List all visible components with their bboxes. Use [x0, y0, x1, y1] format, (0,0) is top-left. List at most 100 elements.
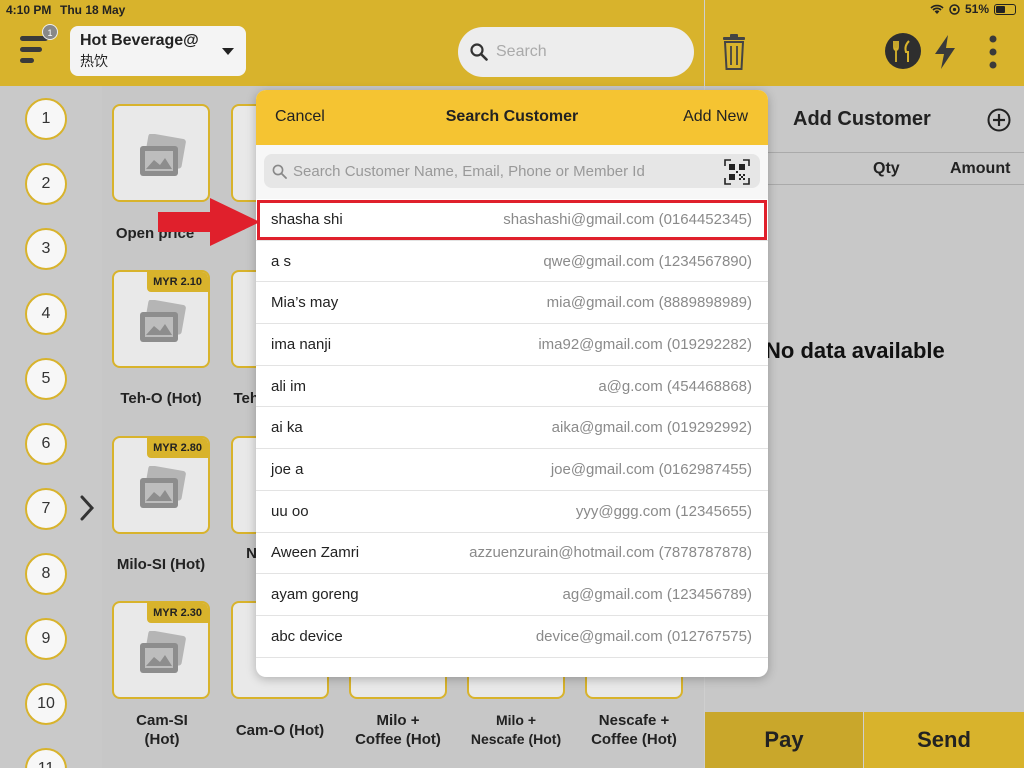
price-badge: MYR 2.30 [147, 603, 208, 623]
customer-contact: yyy@ggg.com (12345655) [575, 502, 752, 520]
status-date: Thu 18 May [60, 3, 126, 17]
table-number-3[interactable]: 3 [25, 228, 67, 270]
modal-header: Cancel Search Customer Add New [256, 90, 768, 145]
customer-name: Aween Zamri [271, 544, 360, 562]
more-vertical-icon[interactable] [988, 34, 998, 70]
customer-name: a s [271, 252, 292, 270]
customer-contact: shashashi@gmail.com (0164452345) [503, 210, 752, 228]
customer-row[interactable]: uu oo yyy@ggg.com (12345655) [256, 491, 768, 533]
customer-row[interactable]: abc device device@gmail.com (012767575) [256, 616, 768, 658]
price-badge: MYR 2.10 [147, 272, 208, 292]
table-number-2[interactable]: 2 [25, 163, 67, 205]
table-number-4[interactable]: 4 [25, 293, 67, 335]
trash-icon[interactable] [722, 34, 746, 70]
chevron-right-icon[interactable] [78, 494, 96, 522]
status-time: 4:10 PM [6, 3, 52, 17]
product-tile-milo-si[interactable]: MYR 2.80 [112, 436, 210, 534]
location-icon [949, 3, 960, 15]
customer-row[interactable]: Aween Zamri azzuenzurain@hotmail.com (787… [256, 533, 768, 575]
customer-name: uu oo [271, 502, 309, 520]
product-label: Nescafe + Coffee (Hot) [591, 712, 677, 748]
customer-row[interactable]: ayam goreng ag@gmail.com (123456789) [256, 574, 768, 616]
customer-name: ima nanji [271, 335, 332, 353]
table-number-1[interactable]: 1 [25, 98, 67, 140]
customer-search-input[interactable] [293, 162, 713, 180]
table-number-9[interactable]: 9 [25, 618, 67, 660]
product-tile-open-price[interactable] [112, 104, 210, 202]
customer-row[interactable]: ali im a@g.com (454468868) [256, 366, 768, 408]
pay-button[interactable]: Pay [705, 712, 863, 768]
send-button[interactable]: Send [864, 712, 1024, 768]
category-subname: 热饮 [80, 53, 108, 69]
image-placeholder-icon [140, 300, 186, 342]
menu-button[interactable]: 1 [20, 24, 58, 68]
table-number-7[interactable]: 7 [25, 488, 67, 530]
product-label-partial: N [246, 545, 257, 562]
table-number-10[interactable]: 10 [25, 683, 67, 725]
customer-row[interactable]: a s qwe@gmail.com (1234567890) [256, 241, 768, 283]
lightning-icon[interactable] [932, 34, 958, 70]
add-new-button[interactable]: Add New [683, 108, 748, 126]
product-label-partial: Teh [233, 390, 259, 407]
customer-contact: device@gmail.com (012767575) [535, 627, 752, 645]
red-arrow-annotation [158, 198, 260, 246]
customer-row[interactable]: ai ka aika@gmail.com (019292992) [256, 407, 768, 450]
table-number-5[interactable]: 5 [25, 358, 67, 400]
customer-row[interactable]: joe a joe@gmail.com (0162987455) [256, 449, 768, 491]
status-right: 51% [930, 2, 1016, 16]
customer-contact: joe@gmail.com (0162987455) [550, 460, 752, 478]
product-label: Milo + Nescafe (Hot) [470, 712, 562, 747]
customer-list: shasha shi shashashi@gmail.com (016445234… [256, 199, 768, 658]
customer-search-field[interactable] [264, 154, 760, 188]
customer-contact: mia@gmail.com (8889898989) [546, 294, 752, 312]
product-label: Milo + Coffee (Hot) [355, 712, 441, 748]
modal-search-bar [256, 145, 768, 199]
category-name: Hot Beverage@ [80, 32, 199, 49]
add-circle-icon[interactable] [987, 108, 1011, 132]
image-placeholder-icon [140, 631, 186, 673]
customer-contact: azzuenzurain@hotmail.com (7878787878) [469, 544, 752, 562]
column-qty: Qty [873, 160, 900, 177]
price-badge: MYR 2.80 [147, 438, 208, 458]
customer-name: joe a [271, 460, 304, 478]
search-customer-modal: Cancel Search Customer Add New shasha sh… [256, 90, 768, 677]
chevron-down-icon [222, 48, 234, 55]
battery-icon [994, 3, 1016, 15]
wifi-icon [930, 4, 944, 14]
column-amount: Amount [950, 160, 1011, 177]
empty-state: No data available [765, 338, 945, 363]
customer-row[interactable]: ima nanji ima92@gmail.com (019292282) [256, 324, 768, 366]
menu-badge: 1 [42, 24, 58, 40]
customer-name: Mia’s may [271, 294, 339, 312]
customer-row[interactable]: Mia’s may mia@gmail.com (8889898989) [256, 282, 768, 325]
customer-name: ayam goreng [271, 586, 359, 604]
customer-contact: qwe@gmail.com (1234567890) [543, 252, 752, 270]
product-label: Teh-O (Hot) [120, 390, 202, 407]
search-placeholder: Search [496, 43, 547, 60]
customer-name: shasha shi [271, 210, 343, 228]
product-tile-cam-si[interactable]: MYR 2.30 [112, 601, 210, 699]
table-number-8[interactable]: 8 [25, 553, 67, 595]
product-label: Cam-SI (Hot) [136, 712, 188, 748]
product-tile-teh-o[interactable]: MYR 2.10 [112, 270, 210, 368]
category-dropdown[interactable]: Hot Beverage@ 热饮 [70, 26, 246, 76]
cancel-button[interactable]: Cancel [275, 108, 325, 126]
product-search-input[interactable]: Search [458, 27, 694, 77]
dine-in-icon[interactable] [884, 32, 922, 70]
battery-percent: 51% [964, 2, 989, 16]
search-icon [470, 43, 488, 61]
table-number-rail: 1 2 3 4 5 6 7 8 9 10 11 [0, 86, 102, 768]
table-number-11[interactable]: 11 [25, 748, 67, 768]
add-customer-title[interactable]: Add Customer [793, 108, 931, 131]
qr-code-icon[interactable] [724, 159, 750, 185]
customer-contact: ag@gmail.com (123456789) [562, 586, 753, 604]
customer-name: ai ka [271, 419, 303, 437]
image-placeholder-icon [140, 134, 186, 176]
customer-contact: aika@gmail.com (019292992) [551, 419, 752, 437]
customer-name: ali im [271, 377, 307, 395]
image-placeholder-icon [140, 466, 186, 508]
product-label: Cam-O (Hot) [235, 722, 325, 739]
table-number-6[interactable]: 6 [25, 423, 67, 465]
customer-contact: a@g.com (454468868) [598, 377, 752, 395]
customer-row[interactable]: shasha shi shashashi@gmail.com (016445234… [256, 199, 768, 241]
